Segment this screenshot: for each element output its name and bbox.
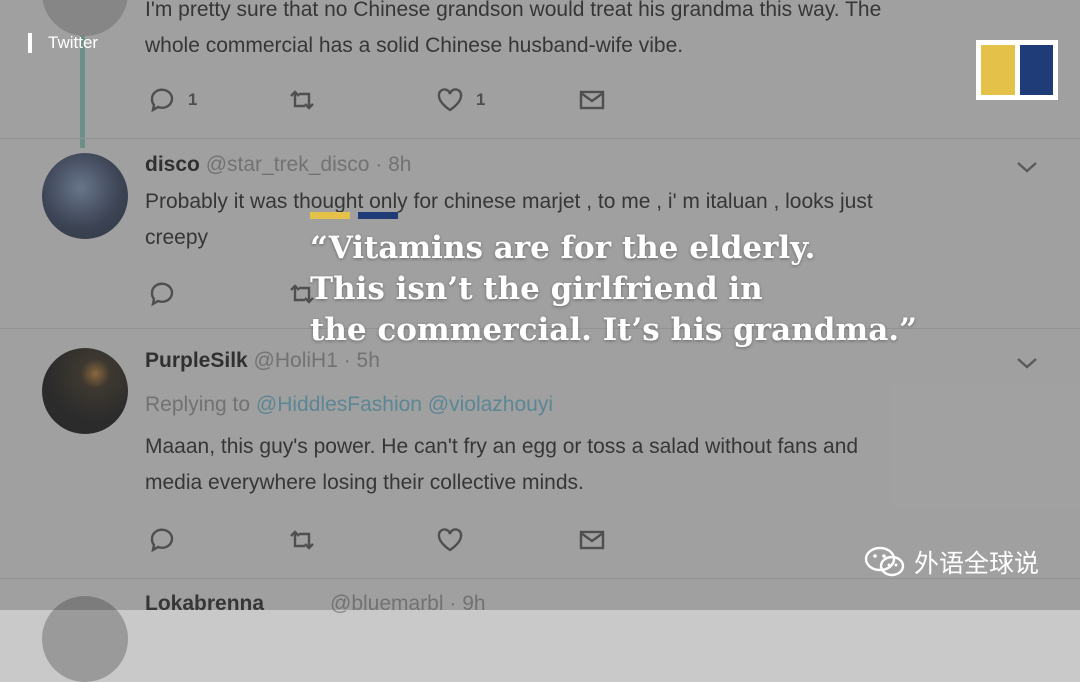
avatar bbox=[42, 153, 128, 239]
reply-button[interactable]: 1 bbox=[148, 84, 197, 116]
reply-button[interactable] bbox=[148, 278, 176, 310]
tweet-actions: 1 1 bbox=[148, 84, 618, 116]
divider bbox=[0, 138, 1080, 139]
logo-yellow-block bbox=[981, 45, 1015, 95]
tweet-header: disco @star_trek_disco · 8h bbox=[145, 150, 411, 180]
chevron-down-icon[interactable] bbox=[1016, 356, 1038, 370]
retweet-icon bbox=[290, 530, 314, 550]
quote-caption: “Vitamins are for the elderly. This isn’… bbox=[310, 228, 1010, 351]
like-count: 1 bbox=[476, 90, 486, 109]
heart-icon bbox=[437, 88, 463, 112]
replying-to-handles[interactable]: @HiddlesFashion @violazhouyi bbox=[256, 393, 553, 416]
message-button[interactable] bbox=[578, 84, 606, 116]
tweet-text-line: Maaan, this guy's power. He can't fry an… bbox=[145, 435, 859, 458]
tweet-text-line: whole commercial has a solid Chinese hus… bbox=[145, 34, 684, 57]
author-name[interactable]: disco bbox=[145, 153, 200, 176]
author-name[interactable]: Lokabrenna bbox=[145, 592, 264, 616]
avatar bbox=[42, 0, 128, 36]
like-button[interactable] bbox=[436, 524, 464, 556]
retweet-button[interactable] bbox=[288, 524, 316, 556]
author-handle[interactable]: @HoliH1 bbox=[254, 349, 338, 372]
watermark-text: 外语全球说 bbox=[914, 550, 1040, 578]
retweet-icon bbox=[290, 90, 314, 110]
tweet-text-line: Probably it was thought only for chinese… bbox=[145, 190, 873, 213]
wechat-watermark: 外语全球说 bbox=[864, 540, 1039, 584]
avatar bbox=[42, 596, 128, 682]
like-button[interactable]: 1 bbox=[436, 84, 485, 116]
reply-count: 1 bbox=[188, 90, 198, 109]
tweet-text: I'm pretty sure that no Chinese grandson… bbox=[145, 0, 1045, 64]
author-name[interactable]: PurpleSilk bbox=[145, 349, 248, 372]
quote-accent-yellow bbox=[310, 212, 350, 219]
source-label-text: Twitter bbox=[48, 33, 99, 52]
retweet-button[interactable] bbox=[288, 84, 316, 116]
heart-icon bbox=[437, 528, 463, 552]
scmp-logo bbox=[976, 40, 1058, 100]
chevron-down-icon[interactable] bbox=[1016, 160, 1038, 174]
message-button[interactable] bbox=[578, 524, 606, 556]
tweet-text-line: media everywhere losing their collective… bbox=[145, 471, 584, 494]
replying-to-line: Replying to @HiddlesFashion @violazhouyi bbox=[145, 387, 1045, 423]
tweet-text: Maaan, this guy's power. He can't fry an… bbox=[145, 429, 1045, 501]
label-bar bbox=[28, 33, 32, 53]
tweet-time[interactable]: · 5h bbox=[344, 349, 380, 372]
source-label: Twitter bbox=[28, 32, 98, 54]
author-handle[interactable]: @bluemarbl · 9h bbox=[330, 592, 486, 616]
author-handle[interactable]: @star_trek_disco bbox=[206, 153, 370, 176]
quote-line: “Vitamins are for the elderly. bbox=[310, 230, 816, 266]
wechat-icon bbox=[864, 546, 905, 577]
tweet-text-line: I'm pretty sure that no Chinese grandson… bbox=[145, 0, 882, 21]
replying-to-label: Replying to bbox=[145, 393, 251, 416]
quote-line: the commercial. It’s his grandma.” bbox=[310, 312, 917, 348]
tweet-time[interactable]: · 8h bbox=[375, 153, 411, 176]
reply-icon bbox=[150, 282, 174, 307]
reply-button[interactable] bbox=[148, 524, 176, 556]
avatar bbox=[42, 348, 128, 434]
reply-icon bbox=[150, 528, 174, 553]
envelope-icon bbox=[579, 90, 605, 110]
logo-blue-block bbox=[1019, 45, 1053, 95]
envelope-icon bbox=[579, 530, 605, 550]
tweet-actions bbox=[148, 524, 618, 556]
reply-icon bbox=[150, 88, 174, 113]
quote-accent-blue bbox=[358, 212, 398, 219]
quote-line: This isn’t the girlfriend in bbox=[310, 271, 763, 307]
